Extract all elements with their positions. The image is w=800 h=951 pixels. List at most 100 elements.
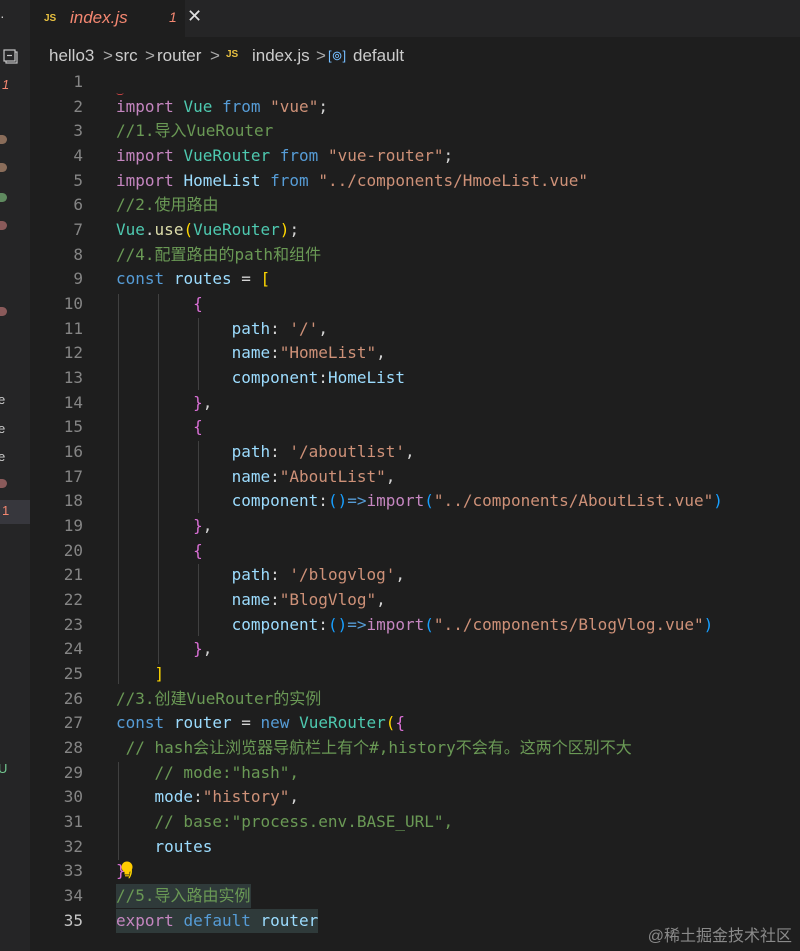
code-line[interactable]: import Vue from "vue";	[116, 95, 328, 119]
code-line[interactable]: path: '/blogvlog',	[116, 563, 405, 587]
breadcrumb: hello3 > src > router > JS index.js > [⊚…	[30, 37, 800, 75]
code-line[interactable]: // base:"process.env.BASE_URL",	[116, 810, 454, 834]
code-line[interactable]: //1.导入VueRouter	[116, 119, 273, 143]
tab-filename: index.js	[70, 8, 128, 27]
change-dot	[0, 135, 7, 144]
change-dot	[0, 479, 7, 488]
problem-badge: 1	[2, 503, 10, 518]
code-line[interactable]: Vue.use(VueRouter);	[116, 218, 299, 242]
line-number: 23	[63, 615, 83, 634]
line-number: 30	[63, 787, 83, 806]
line-number: 22	[63, 590, 83, 609]
code-line[interactable]: {	[116, 539, 203, 563]
line-number: 27	[63, 713, 83, 732]
line-number: 5	[73, 171, 83, 190]
change-dot	[0, 163, 7, 172]
chevron-right-icon: >	[316, 46, 326, 65]
code-line[interactable]: import HomeList from "../components/Hmoe…	[116, 169, 588, 193]
code-line[interactable]: name:"BlogVlog",	[116, 588, 386, 612]
line-number: 29	[63, 763, 83, 782]
close-icon[interactable]: ✕	[187, 6, 202, 27]
chevron-right-icon: >	[103, 46, 113, 65]
code-line[interactable]: {	[116, 415, 203, 439]
line-number: 25	[63, 664, 83, 683]
truncated-letter: e	[0, 449, 6, 464]
line-number: 3	[73, 121, 83, 140]
line-number: 18	[63, 491, 83, 510]
change-dot	[0, 221, 7, 230]
breadcrumb-item-default[interactable]: default	[353, 46, 404, 66]
overflow-dots: ·	[0, 8, 5, 24]
line-number: 9	[73, 269, 83, 288]
line-number: 31	[63, 812, 83, 831]
collapse-all-icon[interactable]	[3, 49, 19, 65]
code-line[interactable]: routes	[116, 835, 213, 859]
line-number: 1	[73, 72, 83, 91]
code-line[interactable]: //4.配置路由的path和组件	[116, 243, 321, 267]
code-line[interactable]: },	[116, 514, 212, 538]
javascript-file-icon: JS	[44, 13, 57, 24]
line-number: 20	[63, 541, 83, 560]
breadcrumb-item-index-js[interactable]: index.js	[252, 46, 310, 66]
code-line-selected[interactable]: //5.导入路由实例	[116, 884, 251, 908]
line-number: 33	[63, 861, 83, 880]
code-line[interactable]: component:HomeList	[116, 366, 405, 390]
editor-tab-index-js[interactable]: JS index.js 1 ✕	[30, 0, 202, 37]
code-line[interactable]: {	[116, 292, 203, 316]
line-number: 13	[63, 368, 83, 387]
code-line[interactable]: mode:"history",	[116, 785, 300, 809]
line-number: 11	[63, 319, 83, 338]
code-line[interactable]: component:()=>import("../components/Abou…	[116, 489, 723, 513]
code-line[interactable]: path: '/aboutlist',	[116, 440, 415, 464]
breadcrumb-item-src[interactable]: src	[115, 46, 138, 66]
code-line[interactable]: // mode:"hash",	[116, 761, 300, 785]
line-number: 26	[63, 689, 83, 708]
javascript-file-icon: JS	[226, 49, 239, 60]
code-line[interactable]: const routes = [	[116, 267, 270, 291]
code-line[interactable]: ]	[116, 662, 165, 686]
code-line[interactable]: const router = new VueRouter({	[116, 711, 405, 735]
code-line[interactable]: component:()=>import("../components/Blog…	[116, 613, 714, 637]
line-number: 34	[63, 886, 83, 905]
line-number: 12	[63, 343, 83, 362]
code-line[interactable]: // hash会让浏览器导航栏上有个#,history不会有。这两个区别不大	[116, 736, 632, 760]
line-number: 17	[63, 467, 83, 486]
line-number: 8	[73, 245, 83, 264]
code-line[interactable]: },	[116, 637, 212, 661]
symbol-variable-icon: [⊚]	[328, 48, 347, 63]
line-number: 15	[63, 417, 83, 436]
tab-bar: · JS index.js 1 ✕	[0, 0, 800, 37]
line-number: 21	[63, 565, 83, 584]
breadcrumb-item-hello3[interactable]: hello3	[49, 46, 94, 66]
code-line[interactable]: },	[116, 391, 212, 415]
problem-badge: 1	[2, 77, 10, 92]
code-line[interactable]: name:"AboutList",	[116, 465, 396, 489]
line-number: 19	[63, 516, 83, 535]
lightbulb-icon[interactable]	[118, 860, 136, 878]
line-number: 2	[73, 97, 83, 116]
line-number: 24	[63, 639, 83, 658]
line-number: 28	[63, 738, 83, 757]
selected-explorer-item[interactable]: 1	[0, 500, 30, 524]
line-number: 32	[63, 837, 83, 856]
truncated-letter: e	[0, 392, 6, 407]
breadcrumb-item-router[interactable]: router	[157, 46, 201, 66]
code-line[interactable]: //2.使用路由	[116, 193, 219, 217]
code-line[interactable]: //3.创建VueRouter的实例	[116, 687, 321, 711]
code-line[interactable]: import VueRouter from "vue-router";	[116, 144, 453, 168]
line-number: 7	[73, 220, 83, 239]
change-dot	[0, 193, 7, 202]
watermark: @稀土掘金技术社区	[647, 928, 792, 945]
code-line-selected[interactable]: export default router	[116, 909, 319, 933]
line-number: 10	[63, 294, 83, 313]
code-line[interactable]: path: '/',	[116, 317, 328, 341]
truncated-letter: e	[0, 421, 6, 436]
line-number: 16	[63, 442, 83, 461]
line-number: 14	[63, 393, 83, 412]
line-number: 6	[73, 195, 83, 214]
code-line[interactable]: name:"HomeList",	[116, 341, 386, 365]
tab-problem-count: 1	[169, 9, 177, 25]
line-number-active: 35	[63, 911, 83, 930]
change-dot	[0, 307, 7, 316]
chevron-right-icon: >	[210, 46, 220, 65]
